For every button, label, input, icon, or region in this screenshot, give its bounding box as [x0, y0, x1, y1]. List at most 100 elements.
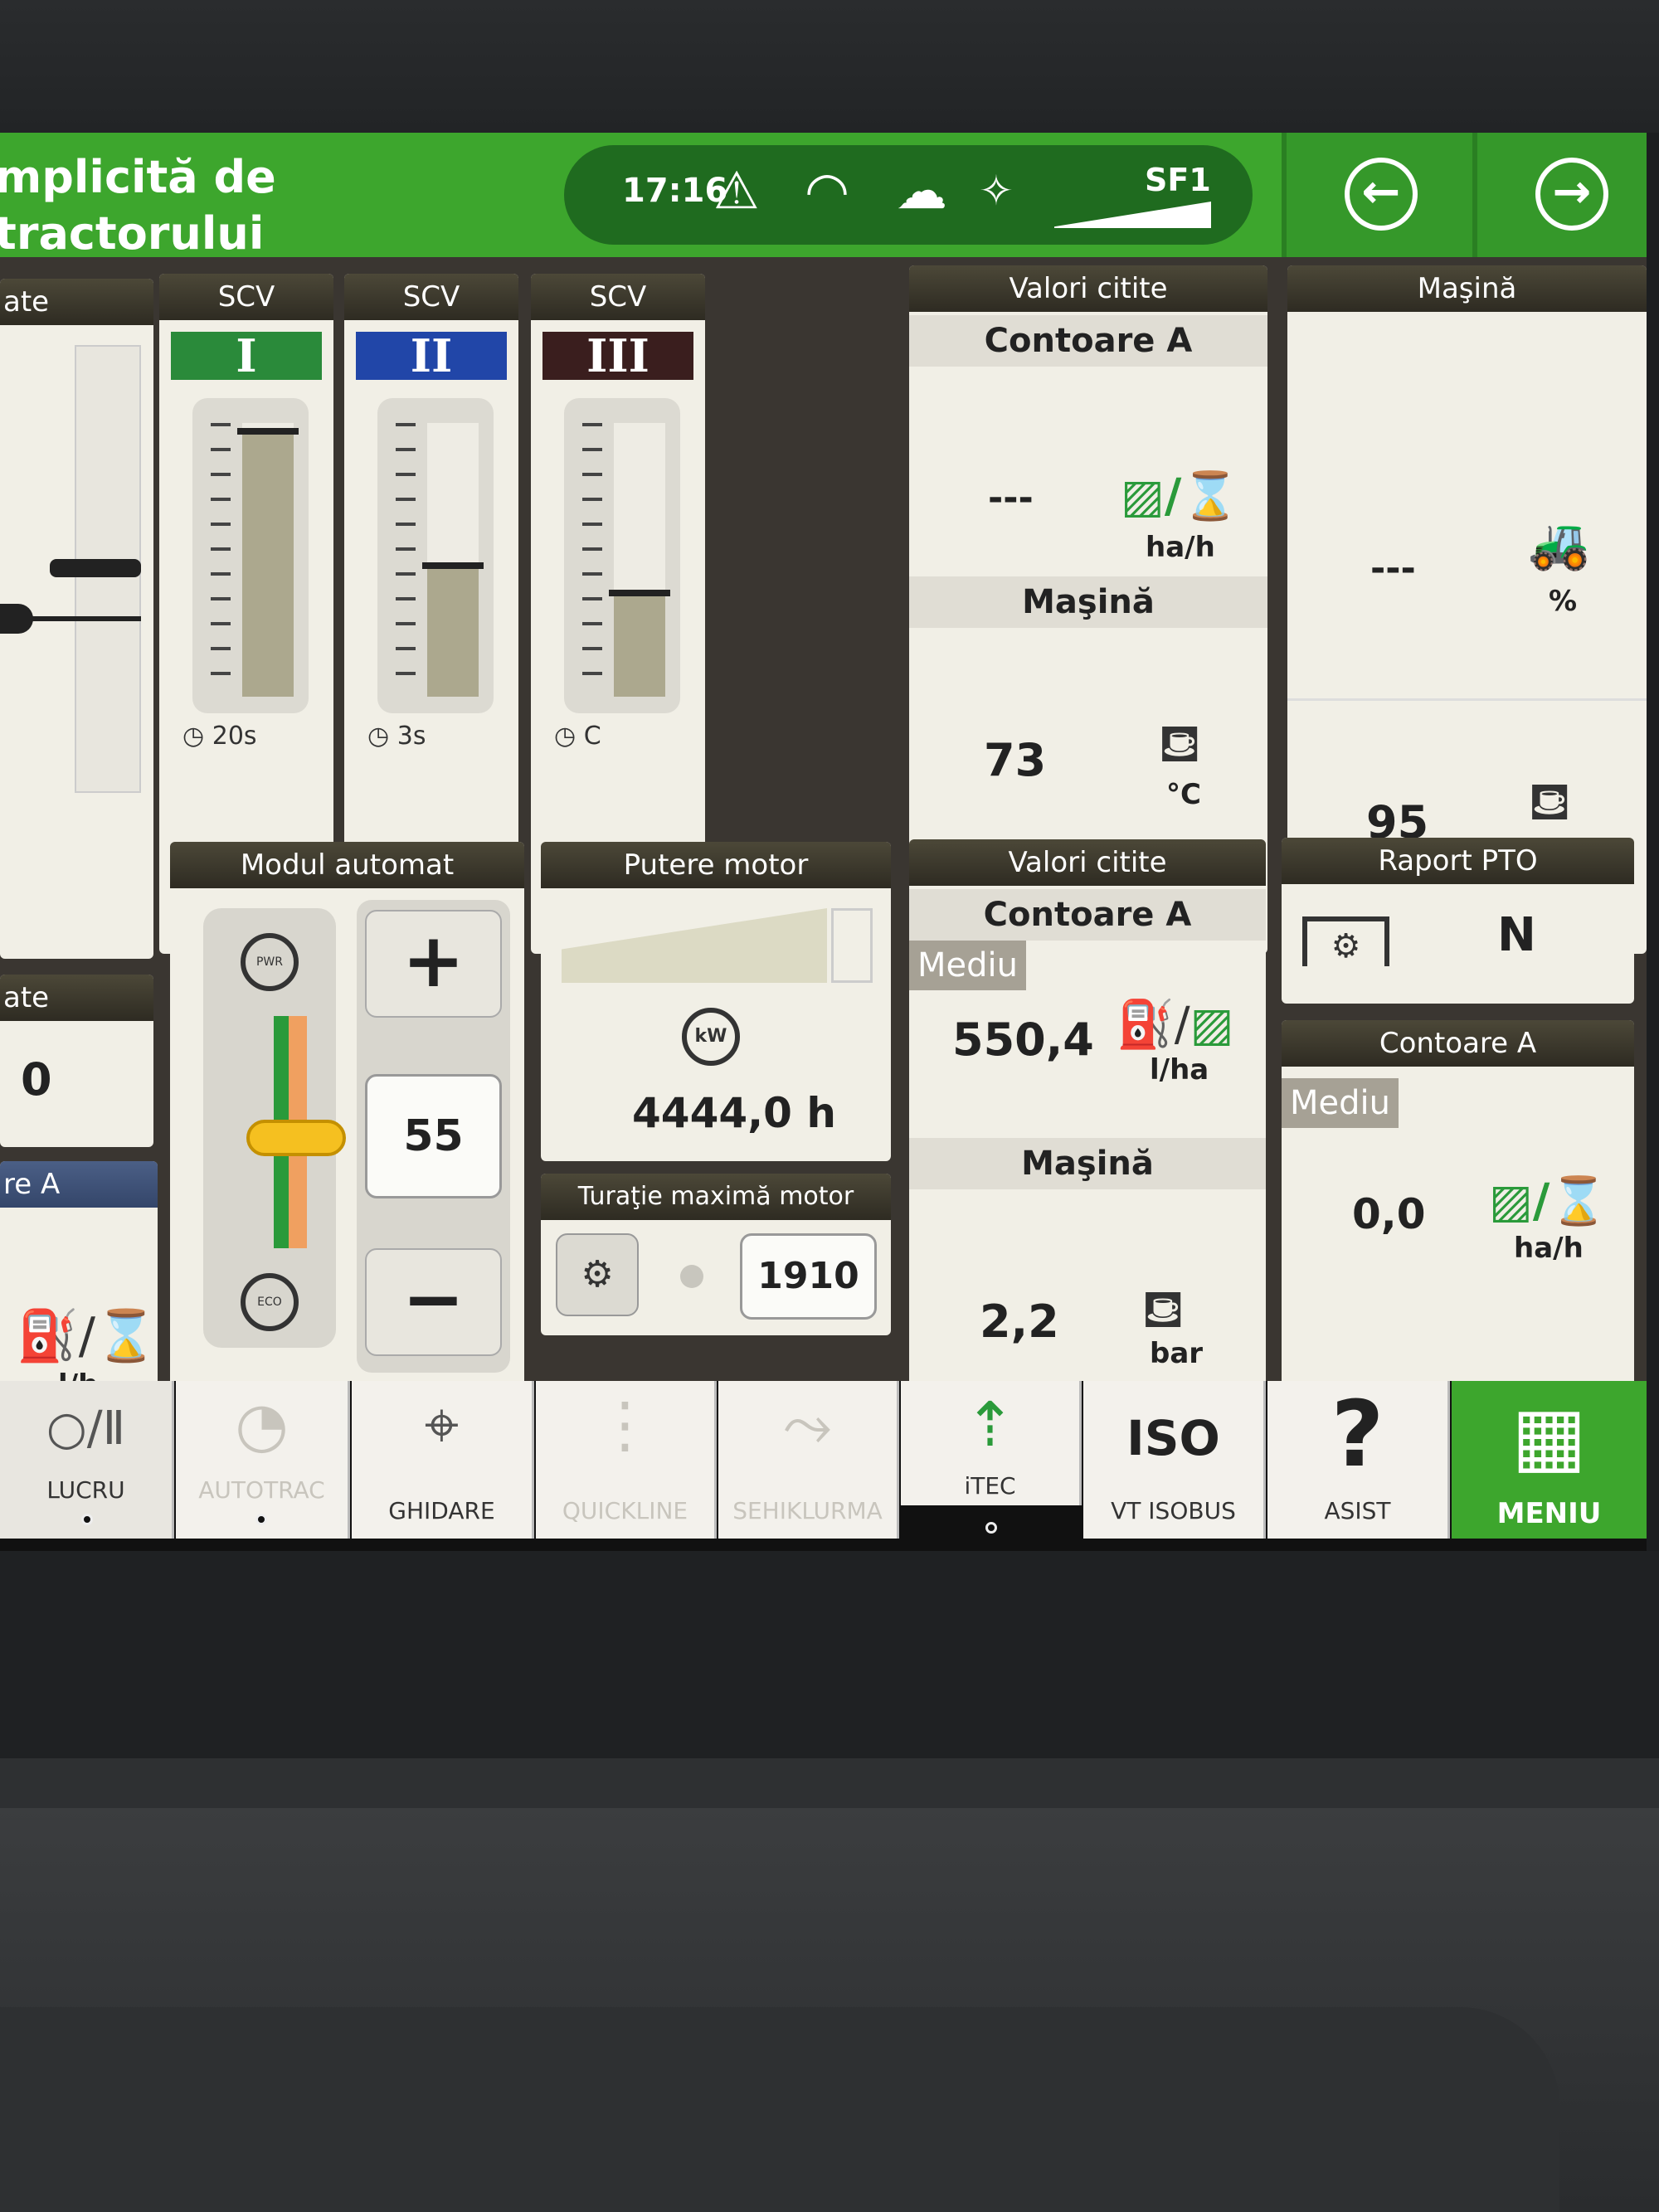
pto-gear-icon: ⚙: [1302, 916, 1389, 966]
left-slider-panel[interactable]: ate: [0, 279, 153, 959]
section-header: Maşină: [909, 576, 1267, 628]
gauge-ticks: [396, 423, 416, 697]
fuel-time-icon: ⛽/⌛: [17, 1307, 158, 1365]
panel-header: Contoare A: [1282, 1020, 1634, 1067]
panel-header: Valori citite: [909, 839, 1266, 886]
tab-label: SEHIKLURMA: [732, 1497, 883, 1524]
tab-itec[interactable]: ⇡ iTEC: [901, 1381, 1082, 1534]
increase-button[interactable]: +: [365, 910, 502, 1018]
pto-ratio-panel[interactable]: Raport PTO ⚙ N: [1282, 838, 1634, 1004]
autotrac-icon: ◔: [235, 1389, 289, 1461]
engine-power-panel[interactable]: Putere motor kW 4444,0 h: [541, 842, 891, 1161]
mount-bracket: [0, 2007, 1559, 2212]
area-time-icon: ▨/⌛: [1121, 469, 1240, 523]
mode-slider-handle[interactable]: [246, 1120, 346, 1156]
engine-hours: 4444,0 h: [632, 1089, 836, 1137]
guidance-icon: ⌖: [424, 1389, 460, 1461]
engine-temperature-icon: ⛾: [1528, 771, 1572, 833]
tab-ghidare[interactable]: ⌖ GHIDARE: [352, 1381, 534, 1539]
tractor-slip-icon: 🚜: [1528, 515, 1590, 573]
timer-value: 3s: [397, 722, 426, 751]
max-rpm-panel[interactable]: Turaţie maximă motor ⚙ 1910: [541, 1174, 891, 1335]
menu-grid-icon: ▦: [1511, 1389, 1587, 1482]
tab-meniu[interactable]: ▦ MENIU: [1452, 1381, 1647, 1539]
clock: 17:16: [622, 172, 728, 210]
timer-readout: ◷ 3s: [367, 722, 426, 751]
panel-header: re A: [0, 1161, 158, 1208]
clock-icon: ◷: [182, 722, 205, 751]
back-button[interactable]: ←: [1282, 133, 1472, 257]
oil-temp-unit: °C: [1166, 778, 1201, 811]
timer-readout: ◷ 20s: [182, 722, 257, 751]
fuel-rate-value: 550,4: [952, 1014, 1094, 1066]
scv-roman-label: III: [542, 332, 693, 380]
tab-label: QUICKLINE: [562, 1497, 688, 1524]
fuel-rate-unit: l/ha: [1150, 1053, 1209, 1087]
gauge-mark: [422, 562, 484, 569]
auto-mode-value[interactable]: 55: [365, 1074, 502, 1198]
work-toggle-icon: ○/Ⅱ: [46, 1402, 126, 1456]
gauge-mark: [237, 428, 299, 435]
tab-label: ASIST: [1324, 1497, 1391, 1524]
scv-flow-gauge[interactable]: [192, 398, 309, 713]
work-rate-value: 0,0: [1352, 1190, 1426, 1238]
average-badge: Mediu: [1282, 1078, 1399, 1128]
area-time-icon: ▨/⌛: [1489, 1174, 1608, 1228]
pto-ratio-value: N: [1497, 908, 1536, 962]
signal-strength-bar: [1045, 202, 1211, 228]
help-question-icon: ?: [1331, 1381, 1384, 1487]
satellite-icon: ✧: [979, 167, 1014, 215]
section-header: Contoare A: [909, 889, 1266, 941]
page-dot: [255, 1514, 267, 1525]
panel-header: Raport PTO: [1282, 838, 1634, 884]
warning-document-icon[interactable]: ⚠: [713, 162, 760, 220]
timer-value: 20s: [212, 722, 257, 751]
wheel-slip-value: ---: [1370, 547, 1416, 590]
display-screen: mplicită de tractorului 17:16 ⚠ ◠ ☁ ✧ SF…: [0, 133, 1647, 1551]
panel-header: ate: [0, 279, 153, 325]
panel-header: Valori citite: [909, 265, 1267, 312]
timer-readout: ◷ C: [554, 722, 601, 751]
tab-asist[interactable]: ? ASIST: [1267, 1381, 1450, 1539]
engine-rpm-icon[interactable]: ⚙: [556, 1233, 639, 1316]
tab-label: GHIDARE: [388, 1497, 495, 1524]
left-value-panel: ate 0: [0, 975, 153, 1147]
wheel-slip-unit: %: [1549, 585, 1578, 618]
forward-button[interactable]: →: [1472, 133, 1647, 257]
gauge-ticks: [211, 423, 231, 697]
power-bar-max: [831, 908, 873, 983]
device-bezel-top: [0, 0, 1659, 133]
tab-sehiklurma[interactable]: ⤳ SEHIKLURMA: [718, 1381, 899, 1539]
indicator-led: [680, 1265, 703, 1288]
quickline-icon: ⋮: [594, 1389, 656, 1461]
bottom-tab-bar: ○/Ⅱ LUCRU ◔ AUTOTRAC ⌖ GHIDARE ⋮ QUICKLI…: [0, 1381, 1647, 1551]
device-bezel-lip: [0, 1758, 1659, 1808]
tab-vt-isobus[interactable]: ISO VT ISOBUS: [1083, 1381, 1266, 1539]
panel-header: Maşină: [1287, 265, 1647, 312]
gauge-fill: [427, 566, 479, 697]
panel-header: Putere motor: [541, 842, 891, 888]
status-bar[interactable]: 17:16 ⚠ ◠ ☁ ✧ SF1: [564, 145, 1253, 245]
power-mode-icon: PWR: [241, 933, 299, 991]
tab-lucru[interactable]: ○/Ⅱ LUCRU: [0, 1381, 174, 1539]
isobus-icon: ISO: [1126, 1410, 1220, 1466]
scv-flow-gauge[interactable]: [564, 398, 680, 713]
tab-quickline[interactable]: ⋮ QUICKLINE: [536, 1381, 717, 1539]
decrease-button[interactable]: −: [365, 1248, 502, 1356]
scv-header: SCV: [344, 274, 518, 320]
tab-autotrac[interactable]: ◔ AUTOTRAC: [176, 1381, 350, 1539]
wifi-icon: ◠: [805, 160, 850, 221]
panel-header: Turaţie maximă motor: [541, 1174, 891, 1220]
max-rpm-value[interactable]: 1910: [740, 1233, 877, 1320]
work-rate-unit: ha/h: [1146, 531, 1215, 564]
position-knob[interactable]: [0, 604, 33, 634]
header-bar: mplicită de tractorului 17:16 ⚠ ◠ ☁ ✧ SF…: [0, 133, 1647, 260]
hitch-handle[interactable]: [50, 559, 141, 577]
gauge-fill: [242, 431, 294, 697]
page-title: mplicită de tractorului: [0, 151, 276, 260]
tab-label: LUCRU: [46, 1476, 125, 1504]
auto-mode-slider[interactable]: PWR ECO: [203, 908, 346, 1348]
scv-flow-gauge[interactable]: [377, 398, 494, 713]
itec-icon: ⇡: [964, 1389, 1016, 1461]
clock-icon: ◷: [554, 722, 577, 751]
